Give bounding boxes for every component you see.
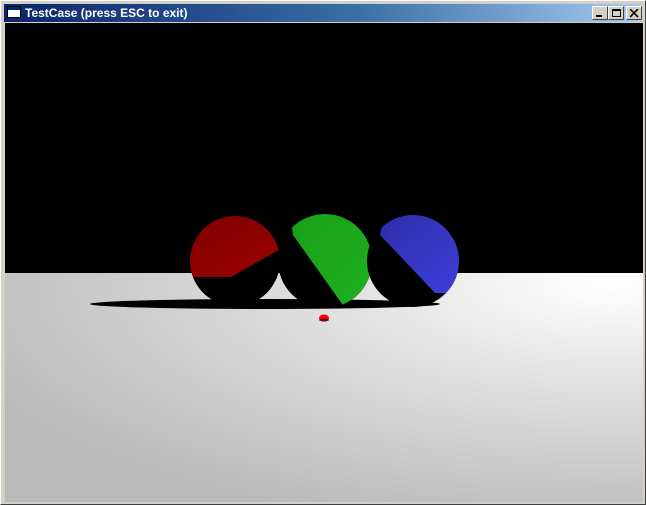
close-button[interactable] bbox=[626, 6, 642, 20]
window-icon[interactable] bbox=[7, 6, 21, 18]
render-viewport[interactable] bbox=[5, 23, 643, 502]
sphere-shadow bbox=[90, 299, 440, 309]
maximize-icon bbox=[612, 9, 621, 17]
scene-canvas bbox=[5, 214, 643, 502]
minimize-icon bbox=[596, 15, 602, 17]
app-window: TestCase (press ESC to exit) bbox=[0, 0, 646, 505]
title-bar[interactable]: TestCase (press ESC to exit) bbox=[4, 4, 642, 22]
maximize-button[interactable] bbox=[608, 6, 624, 20]
minimize-button[interactable] bbox=[592, 6, 608, 20]
close-icon bbox=[630, 9, 639, 18]
window-title: TestCase (press ESC to exit) bbox=[25, 6, 188, 20]
